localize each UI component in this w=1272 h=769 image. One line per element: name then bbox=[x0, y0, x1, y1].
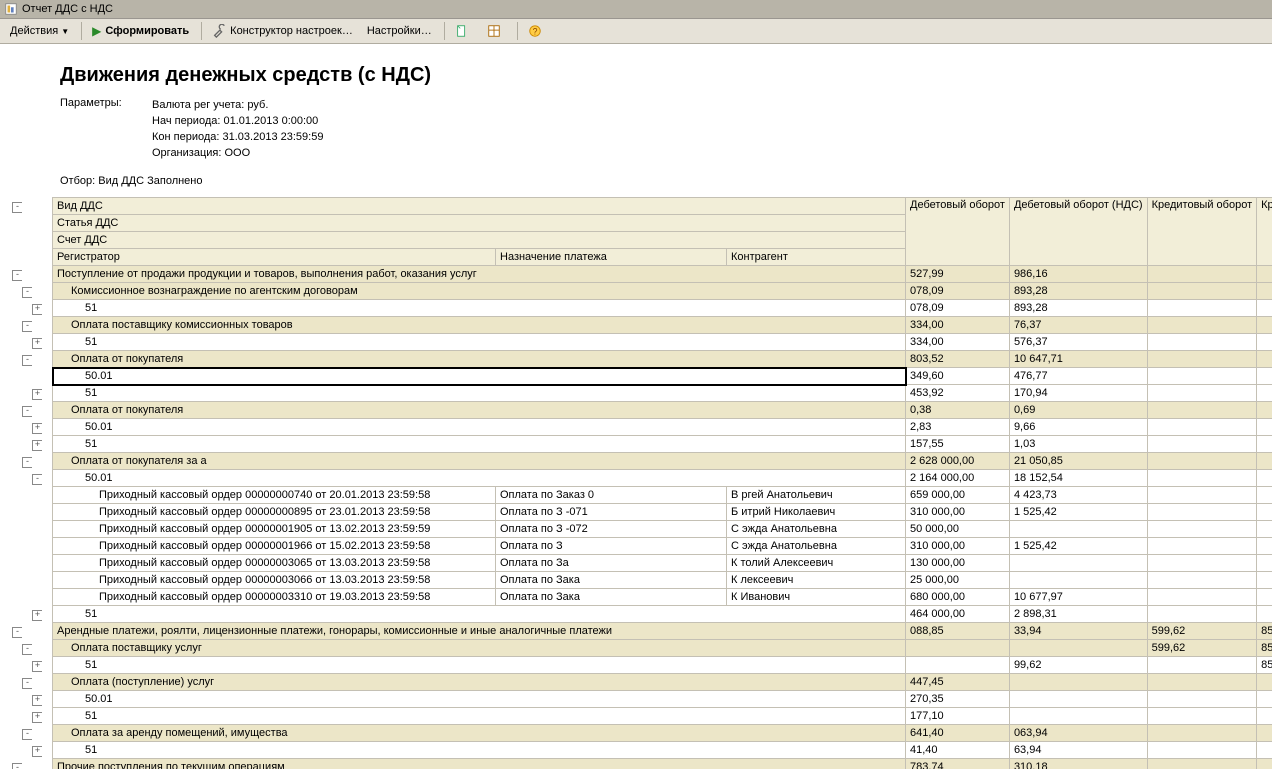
table-row[interactable]: -50.012 164 000,0018 152,54 bbox=[12, 470, 1272, 487]
filter-line: Отбор: Вид ДДС Заполнено bbox=[6, 161, 1272, 197]
svg-text:?: ? bbox=[532, 27, 537, 37]
table-row[interactable]: +5141,4063,94 bbox=[12, 742, 1272, 759]
actions-menu[interactable]: Действия▼ bbox=[4, 23, 75, 39]
constructor-button[interactable]: Конструктор настроек… bbox=[206, 22, 359, 40]
report-viewport[interactable]: Движения денежных средств (с НДС) Параме… bbox=[0, 44, 1272, 769]
report-grid: -Вид ДДСДебетовый оборотДебетовый оборот… bbox=[12, 197, 1272, 769]
tool-button-1[interactable] bbox=[449, 22, 479, 40]
params-values: Валюта рег учета: руб. Нач периода: 01.0… bbox=[152, 97, 323, 161]
table-row[interactable]: +51177,10 bbox=[12, 708, 1272, 725]
table-row[interactable]: Приходный кассовый ордер 00000001966 от … bbox=[12, 538, 1272, 555]
table-row[interactable]: +50.01270,35 bbox=[12, 691, 1272, 708]
table-row[interactable]: -Оплата от покупателя803,5210 647,71 bbox=[12, 351, 1272, 368]
table-row[interactable]: Приходный кассовый ордер 00000001905 от … bbox=[12, 521, 1272, 538]
table-row[interactable]: +5199,62854,13 bbox=[12, 657, 1272, 674]
table-row[interactable]: -Оплата поставщику комиссионных товаров3… bbox=[12, 317, 1272, 334]
header-debnds: Дебетовый оборот (НДС) bbox=[1009, 198, 1147, 266]
table-row[interactable]: -Оплата от покупателя за а2 628 000,0021… bbox=[12, 453, 1272, 470]
form-button[interactable]: ▶ Сформировать bbox=[86, 22, 195, 40]
table-row[interactable]: 50.01349,60476,77 bbox=[12, 368, 1272, 385]
header-krednds: Кредитовый оборот (НДС) bbox=[1257, 198, 1272, 266]
header-reg: Регистратор bbox=[53, 249, 496, 266]
table-row[interactable]: +51464 000,002 898,31 bbox=[12, 606, 1272, 623]
table-row[interactable]: +51453,92170,94 bbox=[12, 385, 1272, 402]
header-deb: Дебетовый оборот bbox=[906, 198, 1010, 266]
report-icon bbox=[4, 2, 18, 16]
table-row[interactable]: Приходный кассовый ордер 00000003066 от … bbox=[12, 572, 1272, 589]
report-title: Движения денежных средств (с НДС) bbox=[6, 44, 1272, 97]
window-title: Отчет ДДС с НДС bbox=[22, 3, 113, 15]
help-icon: ? bbox=[528, 24, 542, 38]
header-statya: Статья ДДС bbox=[53, 215, 906, 232]
table-row[interactable]: Приходный кассовый ордер 00000003310 от … bbox=[12, 589, 1272, 606]
dropdown-icon: ▼ bbox=[61, 27, 69, 36]
table-row[interactable]: -Оплата (поступление) услуг447,45 bbox=[12, 674, 1272, 691]
header-vid: Вид ДДС bbox=[53, 198, 906, 215]
table-row[interactable]: Приходный кассовый ордер 00000003065 от … bbox=[12, 555, 1272, 572]
params-block: Параметры: Валюта рег учета: руб. Нач пе… bbox=[6, 97, 1272, 161]
help-button[interactable]: ? bbox=[522, 22, 552, 40]
header-nazn: Назначение платежа bbox=[496, 249, 727, 266]
doc-icon bbox=[455, 24, 469, 38]
table-row[interactable]: +51334,00576,37 bbox=[12, 334, 1272, 351]
table-row[interactable]: +50.012,839,66 bbox=[12, 419, 1272, 436]
toolbar: Действия▼ ▶ Сформировать Конструктор нас… bbox=[0, 19, 1272, 44]
tool-button-2[interactable] bbox=[481, 22, 511, 40]
table-row[interactable]: -Оплата от покупателя0,380,69 bbox=[12, 402, 1272, 419]
wrench-icon bbox=[212, 24, 226, 38]
play-icon: ▶ bbox=[92, 24, 101, 38]
table-row[interactable]: +51078,09893,28 bbox=[12, 300, 1272, 317]
table-row[interactable]: -Комиссионное вознаграждение по агентски… bbox=[12, 283, 1272, 300]
settings-button[interactable]: Настройки… bbox=[361, 23, 438, 39]
window-titlebar: Отчет ДДС с НДС bbox=[0, 0, 1272, 19]
table-icon bbox=[487, 24, 501, 38]
table-row[interactable]: -Прочие поступления по текущим операциям… bbox=[12, 759, 1272, 769]
header-kred: Кредитовый оборот bbox=[1147, 198, 1257, 266]
table-row[interactable]: -Поступление от продажи продукции и това… bbox=[12, 266, 1272, 283]
table-row[interactable]: +51157,551,03 bbox=[12, 436, 1272, 453]
table-row[interactable]: Приходный кассовый ордер 00000000895 от … bbox=[12, 504, 1272, 521]
table-row[interactable]: -Арендные платежи, роялти, лицензионные … bbox=[12, 623, 1272, 640]
table-row[interactable]: Приходный кассовый ордер 00000000740 от … bbox=[12, 487, 1272, 504]
table-row[interactable]: -Оплата за аренду помещений, имущества64… bbox=[12, 725, 1272, 742]
header-schet: Счет ДДС bbox=[53, 232, 906, 249]
table-row[interactable]: -Оплата поставщику услуг599,62854,13 bbox=[12, 640, 1272, 657]
header-kontr: Контрагент bbox=[727, 249, 906, 266]
